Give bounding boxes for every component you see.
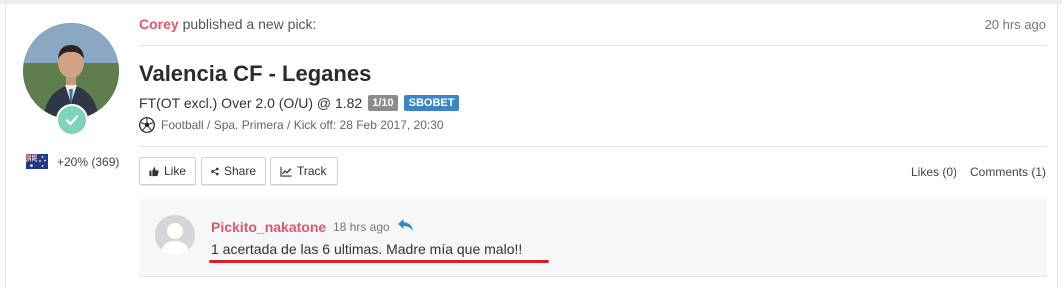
divider bbox=[139, 146, 1047, 147]
football-icon bbox=[139, 117, 155, 133]
stake-badge: 1/10 bbox=[368, 95, 398, 111]
likes-count-link[interactable]: Likes (0) bbox=[911, 165, 957, 179]
divider bbox=[139, 45, 1047, 46]
match-title[interactable]: Valencia CF - Leganes bbox=[139, 61, 371, 87]
meta-text: Football / Spa. Primera / Kick off: 28 F… bbox=[161, 118, 444, 132]
publish-text: published a new pick: bbox=[182, 16, 317, 32]
comment-item: Pickito_nakatone 18 hrs ago 1 acertada d… bbox=[139, 199, 1047, 277]
author-stats: +20% (369) bbox=[57, 155, 120, 169]
comment-time: 18 hrs ago bbox=[333, 220, 390, 234]
track-button[interactable]: Track bbox=[270, 157, 338, 185]
share-icon bbox=[211, 167, 219, 175]
author-name-link[interactable]: Corey bbox=[139, 16, 179, 32]
comments-count-link[interactable]: Comments (1) bbox=[970, 165, 1046, 179]
reply-icon[interactable] bbox=[397, 218, 414, 237]
like-label: Like bbox=[163, 164, 186, 178]
commenter-name-link[interactable]: Pickito_nakatone bbox=[211, 219, 326, 235]
commenter-avatar[interactable] bbox=[155, 215, 195, 255]
share-button[interactable]: Share bbox=[201, 157, 266, 185]
australia-flag-icon bbox=[25, 153, 48, 169]
chart-line-icon bbox=[280, 166, 292, 177]
share-label: Share bbox=[223, 164, 256, 178]
comment-text: 1 acertada de las 6 ultimas. Madre mía q… bbox=[211, 241, 523, 257]
post-time: 20 hrs ago bbox=[984, 17, 1046, 32]
like-button[interactable]: Like bbox=[139, 157, 196, 185]
thumbs-up-icon bbox=[149, 166, 159, 176]
pick-text: FT(OT excl.) Over 2.0 (O/U) @ 1.82 bbox=[139, 95, 363, 111]
pick-line: FT(OT excl.) Over 2.0 (O/U) @ 1.82 1/10 … bbox=[139, 95, 460, 111]
match-meta: Football / Spa. Primera / Kick off: 28 F… bbox=[139, 117, 444, 133]
bookmaker-badge[interactable]: SBOBET bbox=[403, 95, 460, 111]
verified-badge-icon bbox=[56, 104, 88, 136]
track-label: Track bbox=[297, 164, 327, 178]
publish-line: Corey published a new pick: bbox=[139, 16, 316, 32]
highlight-underline bbox=[209, 260, 549, 263]
